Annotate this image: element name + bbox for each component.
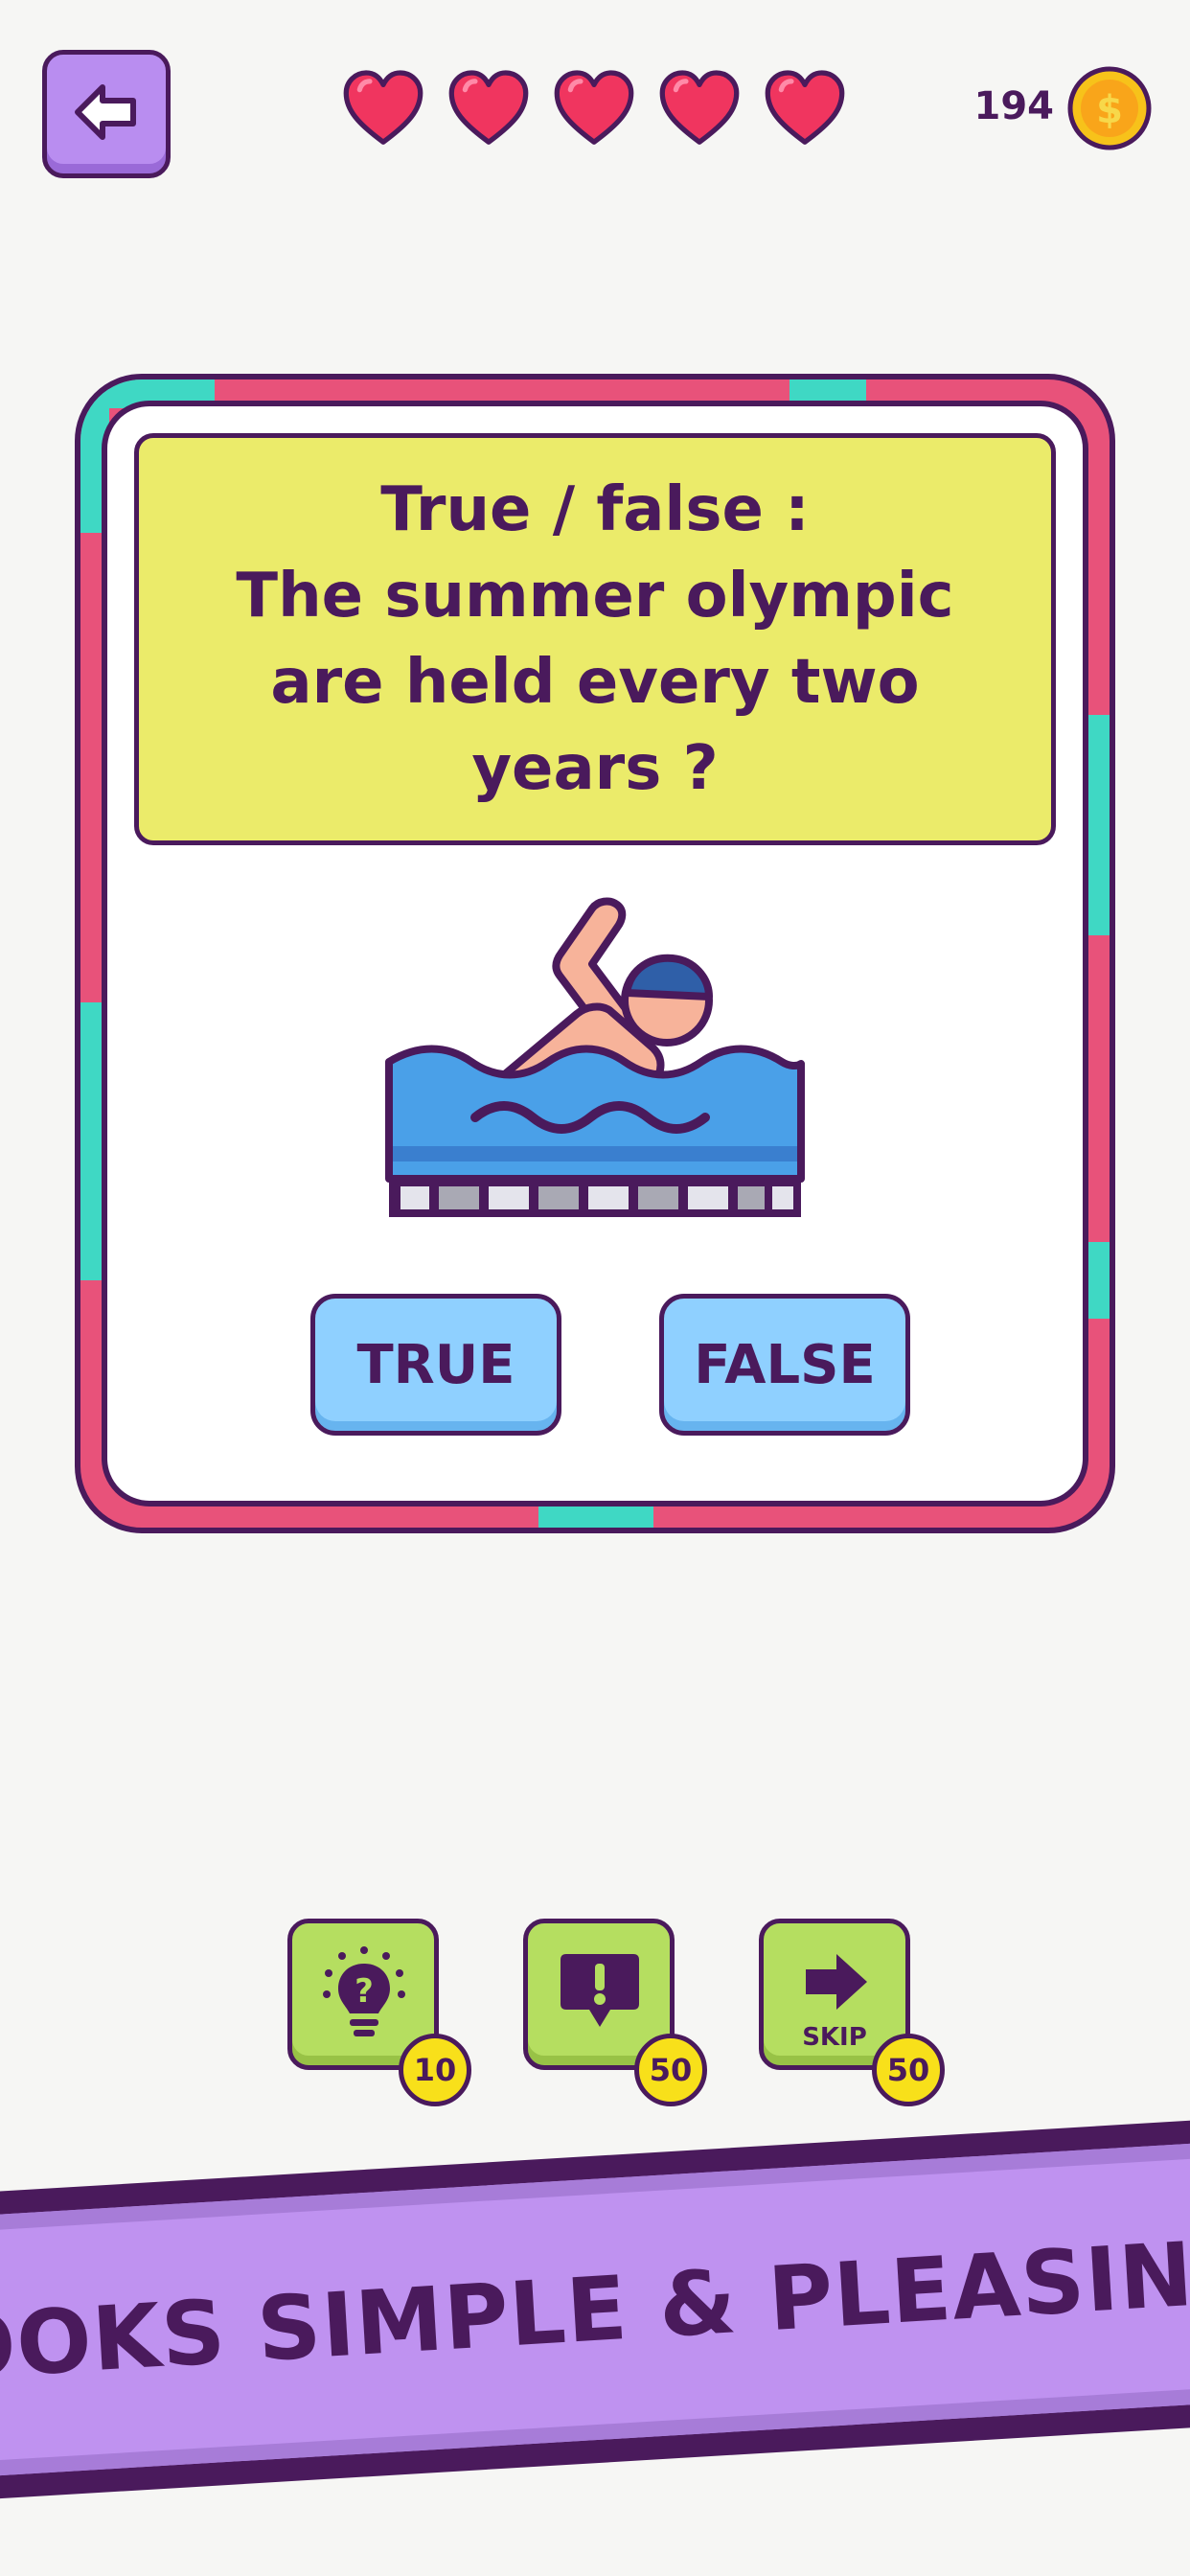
true-button[interactable]: TRUE: [310, 1294, 561, 1436]
heart-icon: [659, 70, 740, 145]
heart-icon: [343, 70, 423, 145]
swimmer-icon: [385, 897, 805, 1217]
dollar-coin-icon: $: [1067, 66, 1152, 150]
banner-text: LOOKS SIMPLE & PLEASING.: [0, 2216, 1190, 2404]
question-text: True / false : The summer olympic are he…: [236, 474, 954, 804]
hint-cost-badge: 10: [399, 2034, 471, 2106]
arrow-left-icon: [75, 84, 136, 140]
arrow-right-icon: [806, 1954, 867, 2010]
promo-banner: LOOKS SIMPLE & PLEASING.: [0, 2116, 1190, 2503]
svg-text:$: $: [1096, 88, 1123, 132]
heart-icon: [554, 70, 634, 145]
back-button[interactable]: [42, 50, 171, 178]
skip-cost-badge: 50: [872, 2034, 945, 2106]
coin-count: 194: [973, 84, 1055, 128]
lives-indicator: [341, 67, 849, 153]
lightbulb-question-icon: ?: [323, 1946, 405, 2036]
svg-text:?: ?: [355, 1972, 374, 2011]
false-button[interactable]: FALSE: [659, 1294, 910, 1436]
heart-icon: [448, 70, 529, 145]
question-box: True / false : The summer olympic are he…: [134, 433, 1056, 845]
heart-icon: [765, 70, 845, 145]
exclamation-speech-bubble-icon: [561, 1954, 639, 2027]
reveal-cost-badge: 50: [634, 2034, 707, 2106]
